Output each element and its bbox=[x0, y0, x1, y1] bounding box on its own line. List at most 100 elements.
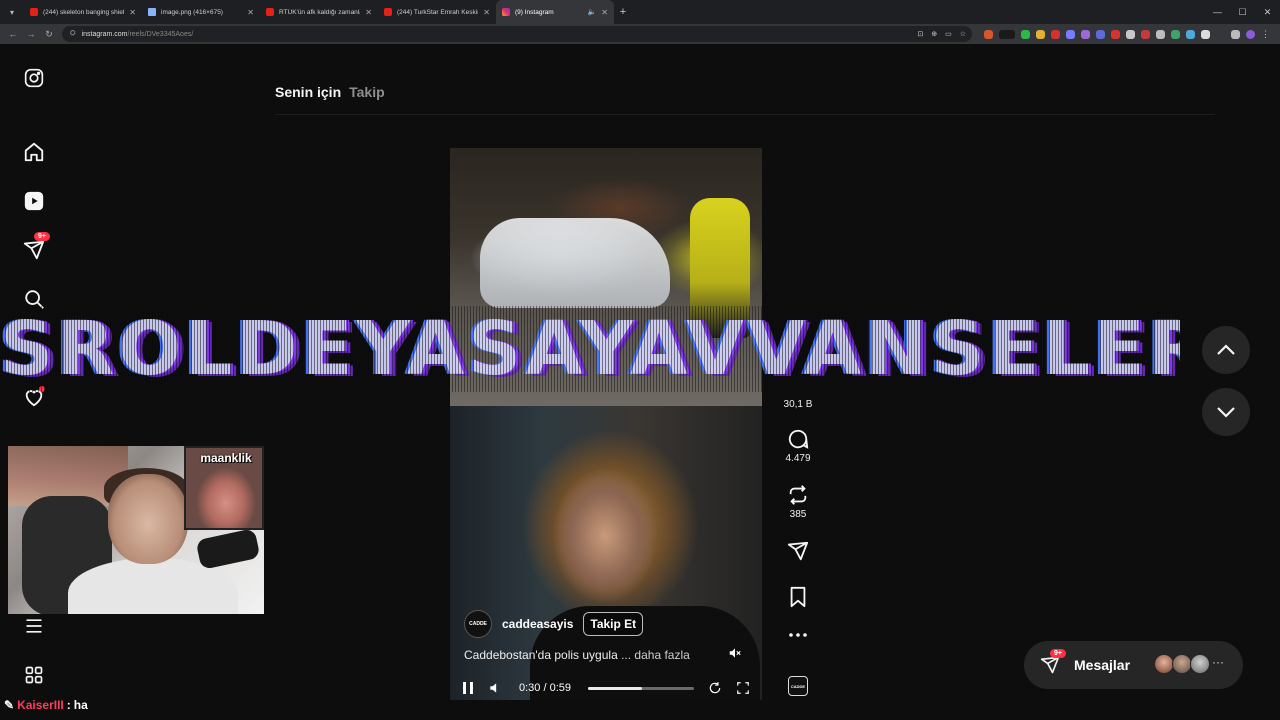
reel-video[interactable]: CADDE caddeasayis Takip Et Caddebostan'd… bbox=[450, 148, 762, 700]
avatar bbox=[1154, 654, 1174, 674]
menu-kebab-icon[interactable]: ⋮ bbox=[1261, 29, 1270, 39]
browser-tab[interactable]: RTÜK'ün afk kaldığı zamanlar - ✕ bbox=[260, 0, 378, 24]
chevron-down-icon bbox=[1217, 407, 1235, 418]
also-from-meta-icon[interactable] bbox=[22, 663, 46, 687]
close-icon[interactable]: ✕ bbox=[483, 8, 490, 17]
bookmark-star-icon[interactable]: ☆ bbox=[960, 30, 966, 38]
comment-action[interactable]: 4.479 bbox=[776, 428, 820, 464]
site-info-icon[interactable]: ⛭ bbox=[70, 30, 76, 38]
reel-author: CADDE caddeasayis Takip Et bbox=[464, 610, 644, 638]
comment-icon bbox=[788, 429, 809, 449]
save-action[interactable] bbox=[776, 586, 820, 608]
extension-icon[interactable] bbox=[1111, 29, 1120, 39]
bookmark-icon bbox=[790, 586, 806, 608]
pause-icon[interactable] bbox=[462, 681, 474, 695]
browser-tab[interactable]: image.png (416×675) ✕ bbox=[142, 0, 260, 24]
window-close-icon[interactable]: ✕ bbox=[1255, 0, 1280, 24]
extension-icon[interactable] bbox=[1036, 29, 1045, 39]
author-avatar[interactable]: CADDE bbox=[464, 610, 492, 638]
webcam-overlay: maanklik bbox=[8, 446, 264, 614]
speaker-icon[interactable]: 🔈 bbox=[588, 8, 597, 16]
tab-title: RTÜK'ün afk kaldığı zamanlar - bbox=[279, 8, 361, 16]
messages-panel[interactable]: 9+ Mesajlar ··· bbox=[1024, 641, 1243, 689]
youtube-icon bbox=[384, 8, 392, 16]
repost-icon bbox=[789, 485, 807, 505]
messages-icon[interactable]: 9+ bbox=[22, 232, 50, 262]
messages-badge: 9+ bbox=[1050, 649, 1066, 658]
volume-icon[interactable] bbox=[488, 681, 502, 695]
extension-icon[interactable] bbox=[1156, 29, 1165, 39]
forward-icon[interactable]: → bbox=[22, 29, 40, 39]
new-tab-button[interactable]: + bbox=[614, 6, 632, 18]
extension-icon[interactable] bbox=[1171, 29, 1180, 39]
muted-speaker-icon[interactable] bbox=[726, 644, 744, 662]
home-icon[interactable] bbox=[22, 140, 46, 164]
tab-search-dropdown[interactable]: ▾ bbox=[0, 0, 24, 24]
reels-icon[interactable] bbox=[22, 189, 46, 213]
youtube-icon bbox=[266, 8, 274, 16]
extensions-puzzle-icon[interactable] bbox=[1201, 29, 1210, 39]
tab-title: image.png (416×675) bbox=[161, 8, 223, 16]
share-action[interactable] bbox=[776, 540, 820, 562]
more-options-icon[interactable] bbox=[776, 632, 820, 638]
more-menu-icon[interactable] bbox=[22, 614, 46, 638]
repost-action[interactable]: 385 bbox=[776, 484, 820, 520]
browser-tab[interactable]: (244) skeleton banging shield ✕ bbox=[24, 0, 142, 24]
extension-icon[interactable] bbox=[1141, 29, 1150, 39]
browser-tab[interactable]: (244) TurkStar Emrah Keskin 'le ✕ bbox=[378, 0, 496, 24]
glitch-overlay-text: SROLDEYASAYAVVANSELERN" ' bbox=[0, 306, 1180, 392]
close-icon[interactable]: ✕ bbox=[601, 8, 608, 17]
chat-separator: : bbox=[66, 698, 71, 712]
extension-icon[interactable] bbox=[984, 29, 993, 39]
tab-for-you[interactable]: Senin için bbox=[275, 84, 341, 100]
audio-thumb-text: CADDE bbox=[788, 676, 808, 696]
like-action[interactable]: 30,1 B bbox=[776, 396, 820, 410]
tab-following[interactable]: Takip bbox=[349, 84, 385, 100]
next-reel-button[interactable] bbox=[1202, 388, 1250, 436]
video-time: 0:30 / 0:59 bbox=[519, 682, 571, 694]
progress-fill bbox=[588, 687, 643, 690]
extension-icon[interactable] bbox=[1186, 29, 1195, 39]
close-icon[interactable]: ✕ bbox=[129, 8, 136, 17]
like-count: 30,1 B bbox=[783, 399, 813, 410]
previous-reel-button[interactable] bbox=[1202, 326, 1250, 374]
url-field[interactable]: ⛭ instagram.com/reels/DVe3345Aoes/ ⊡ ⊕ ▭… bbox=[62, 26, 972, 42]
profile-avatar[interactable] bbox=[1246, 29, 1255, 39]
zoom-icon[interactable]: ⊕ bbox=[931, 30, 937, 38]
extension-icon[interactable] bbox=[1066, 29, 1075, 39]
instagram-logo-icon[interactable] bbox=[22, 66, 46, 90]
cast-icon[interactable]: ▭ bbox=[945, 30, 952, 38]
extensions-bar: ⋮ bbox=[984, 26, 1270, 42]
close-icon[interactable]: ✕ bbox=[365, 8, 372, 17]
extension-icon[interactable] bbox=[1051, 29, 1060, 39]
extension-icon[interactable] bbox=[1081, 29, 1090, 39]
back-icon[interactable]: ← bbox=[4, 29, 22, 39]
caption-more-link[interactable]: ... daha fazla bbox=[621, 648, 690, 662]
tab-title: (244) skeleton banging shield bbox=[43, 8, 125, 16]
minimize-icon[interactable]: — bbox=[1205, 0, 1230, 24]
extension-icon[interactable] bbox=[1021, 29, 1030, 39]
media-icon[interactable] bbox=[1231, 29, 1240, 39]
more-icon[interactable]: ··· bbox=[1212, 655, 1224, 669]
maximize-icon[interactable]: ☐ bbox=[1230, 0, 1255, 24]
url-domain: instagram.com bbox=[81, 30, 128, 38]
fullscreen-icon[interactable] bbox=[736, 681, 750, 695]
extension-icon[interactable] bbox=[1096, 29, 1105, 39]
video-progress-bar[interactable] bbox=[588, 687, 694, 690]
pencil-icon: ✎ bbox=[4, 698, 15, 712]
audio-thumbnail[interactable]: CADDE bbox=[776, 676, 820, 696]
extension-icon[interactable] bbox=[1126, 29, 1135, 39]
close-icon[interactable]: ✕ bbox=[247, 8, 254, 17]
browser-tab-active[interactable]: (9) Instagram 🔈 ✕ bbox=[496, 0, 614, 24]
spacer bbox=[1216, 30, 1225, 39]
reload-icon[interactable]: ↻ bbox=[40, 29, 58, 40]
pip-webcam: maanklik bbox=[184, 446, 264, 530]
face-shape bbox=[108, 474, 188, 564]
loop-icon[interactable] bbox=[708, 681, 722, 695]
author-username[interactable]: caddeasayis bbox=[502, 617, 573, 631]
avatar bbox=[1172, 654, 1192, 674]
follow-button[interactable]: Takip Et bbox=[583, 612, 644, 636]
repost-count: 385 bbox=[789, 509, 807, 520]
url-path: /reels/DVe3345Aoes/ bbox=[127, 30, 194, 38]
translate-icon[interactable]: ⊡ bbox=[917, 30, 923, 38]
